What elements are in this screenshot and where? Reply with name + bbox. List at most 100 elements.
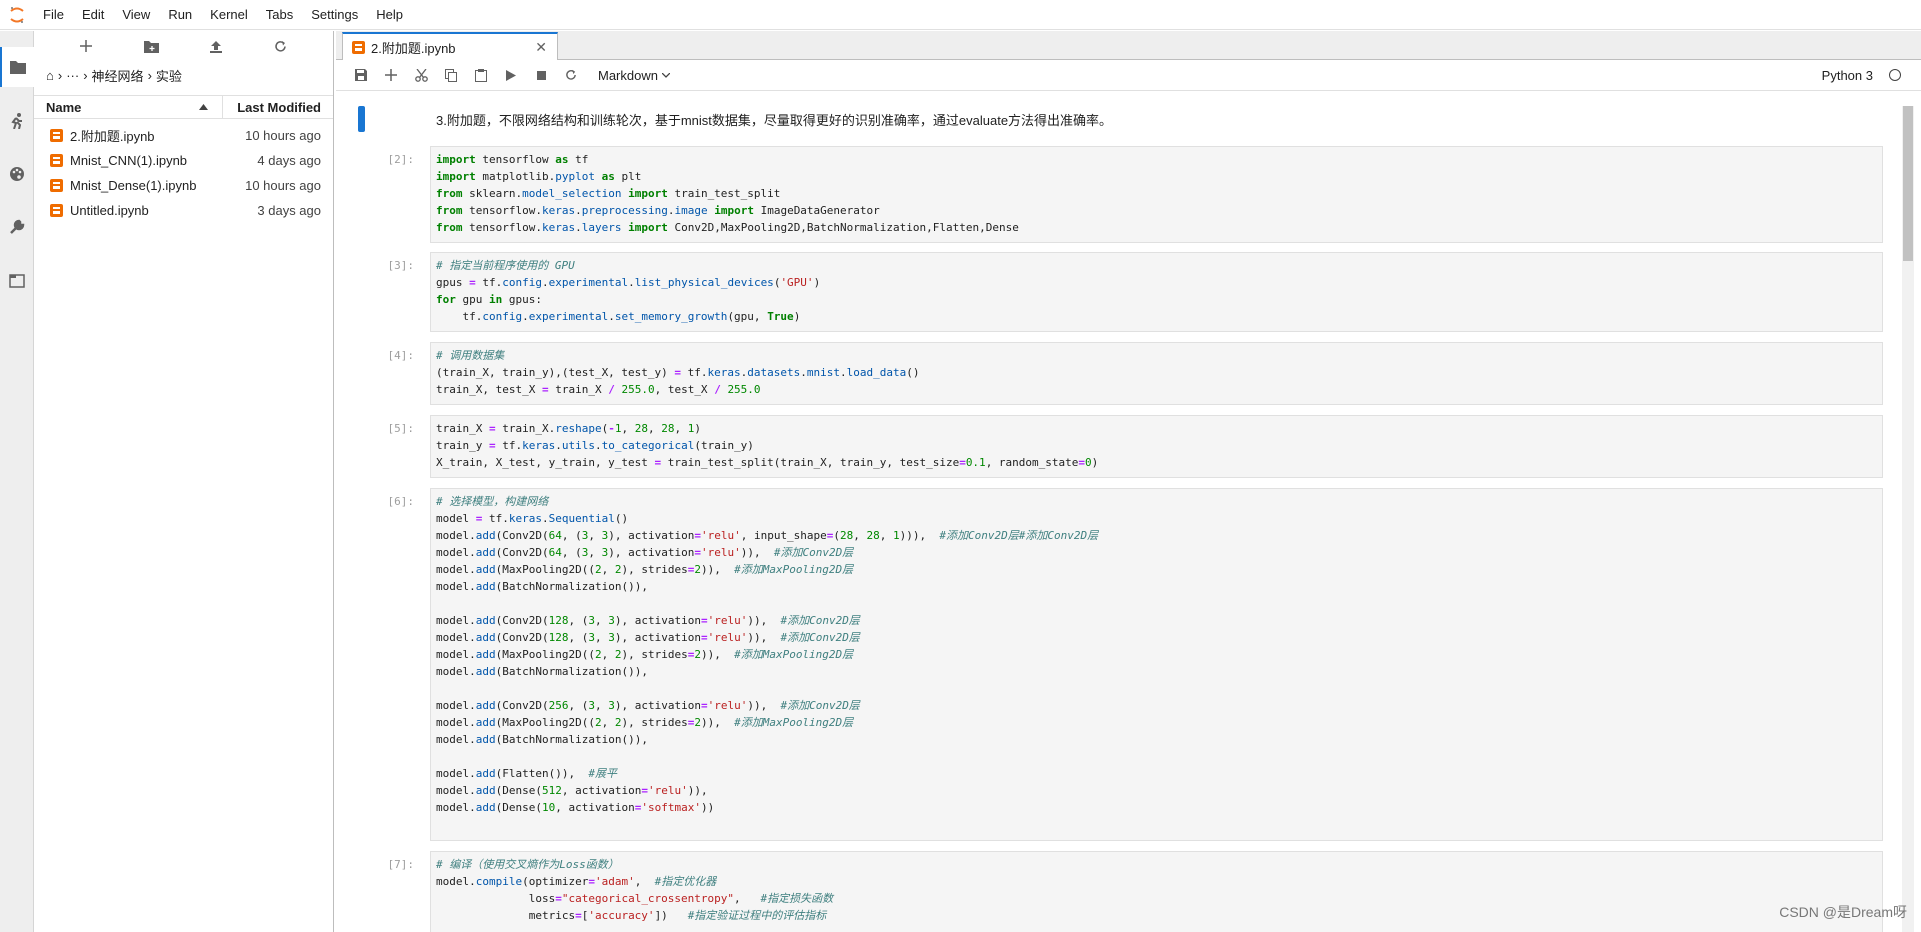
menu-edit[interactable]: Edit [73, 0, 113, 30]
code-line: from sklearn.model_selection import trai… [436, 187, 781, 200]
new-folder-icon[interactable] [136, 34, 166, 58]
code-input[interactable]: # 编译（使用交叉熵作为Loss函数） model.compile(optimi… [430, 851, 1883, 932]
code-line: train_y = tf.keras.utils.to_categorical(… [436, 439, 754, 452]
activity-bar [0, 31, 34, 932]
running-icon[interactable] [0, 101, 34, 141]
file-modified: 3 days ago [257, 203, 321, 218]
restart-icon[interactable] [556, 63, 586, 87]
code-line: for gpu in gpus: [436, 293, 542, 306]
file-name: 2.附加题.ipynb [70, 129, 155, 144]
code-line: model.add(Conv2D(64, (3, 3), activation=… [436, 529, 1099, 542]
save-icon[interactable] [346, 63, 376, 87]
code-line: metrics=['accuracy']) #指定验证过程中的评估指标 [436, 909, 827, 922]
list-item[interactable]: 2.附加题.ipynb 10 hours ago [34, 123, 333, 148]
code-input[interactable]: train_X = train_X.reshape(-1, 28, 28, 1)… [430, 415, 1883, 478]
copy-icon[interactable] [436, 63, 466, 87]
list-item[interactable]: Mnist_CNN(1).ipynb 4 days ago [34, 148, 333, 173]
list-item[interactable]: Mnist_Dense(1).ipynb 10 hours ago [34, 173, 333, 198]
code-line: # 编译（使用交叉熵作为Loss函数） [436, 858, 619, 871]
code-line: import matplotlib.pyplot as plt [436, 170, 642, 183]
code-line: # 选择模型，构建网络 [436, 495, 549, 508]
breadcrumb-ellipsis[interactable]: ··· [66, 68, 79, 83]
notebook-toolbar: Markdown Python 3 [336, 60, 1921, 91]
code-line: model.add(MaxPooling2D((2, 2), strides=2… [436, 563, 854, 576]
code-line: train_X = train_X.reshape(-1, 28, 28, 1) [436, 422, 701, 435]
code-line: gpus = tf.config.experimental.list_physi… [436, 276, 821, 289]
notebook-panel: 3.附加题，不限网络结构和训练轮次，基于mnist数据集，尽量取得更好的识别准确… [336, 92, 1921, 932]
cell-type-select[interactable]: Markdown [598, 68, 670, 83]
upload-icon[interactable] [201, 34, 231, 58]
tab-notebook[interactable]: 2.附加题.ipynb ✕ [342, 32, 558, 60]
name-column-header[interactable]: Name [34, 96, 223, 118]
code-line: # 调用数据集 [436, 349, 505, 362]
file-modified: 10 hours ago [245, 128, 321, 143]
menu-settings[interactable]: Settings [302, 0, 367, 30]
execution-count: [5]: [387, 422, 415, 435]
execution-count: [6]: [387, 495, 415, 508]
file-list: 2.附加题.ipynb 10 hours ago Mnist_CNN(1).ip… [34, 123, 333, 223]
notebook-icon [50, 204, 63, 217]
close-icon[interactable]: ✕ [535, 39, 547, 56]
breadcrumb-separator: › [83, 67, 88, 83]
menu-help[interactable]: Help [367, 0, 412, 30]
new-launcher-plus-icon[interactable] [71, 34, 101, 58]
code-line: # 指定当前程序使用的 GPU [436, 259, 575, 272]
notebook-icon [50, 154, 63, 167]
code-line: model.add(BatchNormalization()), [436, 580, 648, 593]
menu-view[interactable]: View [113, 0, 159, 30]
wrench-icon[interactable] [0, 207, 34, 247]
file-browser-panel: ⌂ › ··· › 神经网络 › 实验 Name Last Modified 2… [34, 31, 334, 932]
kernel-name[interactable]: Python 3 [1822, 68, 1873, 83]
code-input[interactable]: # 调用数据集 (train_X, train_y),(test_X, test… [430, 342, 1883, 405]
notebook-icon [50, 129, 63, 142]
code-input[interactable]: # 选择模型，构建网络 model = tf.keras.Sequential(… [430, 488, 1883, 841]
file-name: Mnist_Dense(1).ipynb [70, 178, 197, 193]
breadcrumb-folder-neural-network[interactable]: 神经网络 [92, 66, 144, 85]
code-line: model.add(Dense(512, activation='relu'))… [436, 784, 708, 797]
code-line: train_X, test_X = train_X / 255.0, test_… [436, 383, 761, 396]
watermark: CSDN @是Dream呀 [1779, 904, 1907, 920]
execution-count: [4]: [387, 349, 415, 362]
paste-icon[interactable] [466, 63, 496, 87]
code-line: model.add(Conv2D(64, (3, 3), activation=… [436, 546, 854, 559]
menu-run[interactable]: Run [159, 0, 201, 30]
code-line: loss="categorical_crossentropy", #指定损失函数 [436, 892, 834, 905]
code-line: X_train, X_test, y_train, y_test = train… [436, 456, 1099, 469]
cut-icon[interactable] [406, 63, 436, 87]
folder-icon[interactable] [0, 47, 34, 87]
code-input[interactable]: # 指定当前程序使用的 GPU gpus = tf.config.experim… [430, 252, 1883, 332]
breadcrumb-folder-experiment[interactable]: 实验 [156, 66, 182, 85]
code-line: (train_X, train_y),(test_X, test_y) = tf… [436, 366, 920, 379]
run-icon[interactable] [496, 63, 526, 87]
breadcrumb-separator: › [147, 67, 152, 83]
code-line: model.add(MaxPooling2D((2, 2), strides=2… [436, 648, 854, 661]
markdown-cell[interactable]: 3.附加题，不限网络结构和训练轮次，基于mnist数据集，尽量取得更好的识别准确… [336, 106, 1896, 132]
code-line: from tensorflow.keras.preprocessing.imag… [436, 204, 880, 217]
refresh-icon[interactable] [266, 34, 296, 58]
menu-kernel[interactable]: Kernel [201, 0, 257, 30]
menu-bar: File Edit View Run Kernel Tabs Settings … [0, 0, 1921, 30]
main-dock-area: 2.附加题.ipynb ✕ Markdown Python 3 3.附加题，不限… [336, 31, 1921, 932]
jupyter-logo-icon [0, 0, 34, 30]
file-listing-header: Name Last Modified [34, 95, 333, 119]
menu-file[interactable]: File [34, 0, 73, 30]
code-line: model.add(MaxPooling2D((2, 2), strides=2… [436, 716, 854, 729]
code-line: model = tf.keras.Sequential() [436, 512, 629, 525]
stop-icon[interactable] [526, 63, 556, 87]
active-cell-indicator[interactable] [358, 106, 365, 132]
palette-icon[interactable] [0, 154, 34, 194]
add-cell-icon[interactable] [376, 63, 406, 87]
tab-title: 2.附加题.ipynb [371, 40, 456, 56]
file-modified: 4 days ago [257, 153, 321, 168]
code-input[interactable]: import tensorflow as tf import matplotli… [430, 146, 1883, 243]
scrollbar-thumb[interactable] [1903, 106, 1913, 261]
tabs-icon[interactable] [0, 261, 34, 301]
menu-tabs[interactable]: Tabs [257, 0, 302, 30]
home-icon[interactable]: ⌂ [46, 68, 54, 83]
code-line: model.add(Conv2D(128, (3, 3), activation… [436, 631, 860, 644]
file-name: Untitled.ipynb [70, 203, 149, 218]
list-item[interactable]: Untitled.ipynb 3 days ago [34, 198, 333, 223]
vertical-scrollbar[interactable] [1902, 106, 1914, 932]
last-modified-column-header[interactable]: Last Modified [223, 100, 333, 115]
